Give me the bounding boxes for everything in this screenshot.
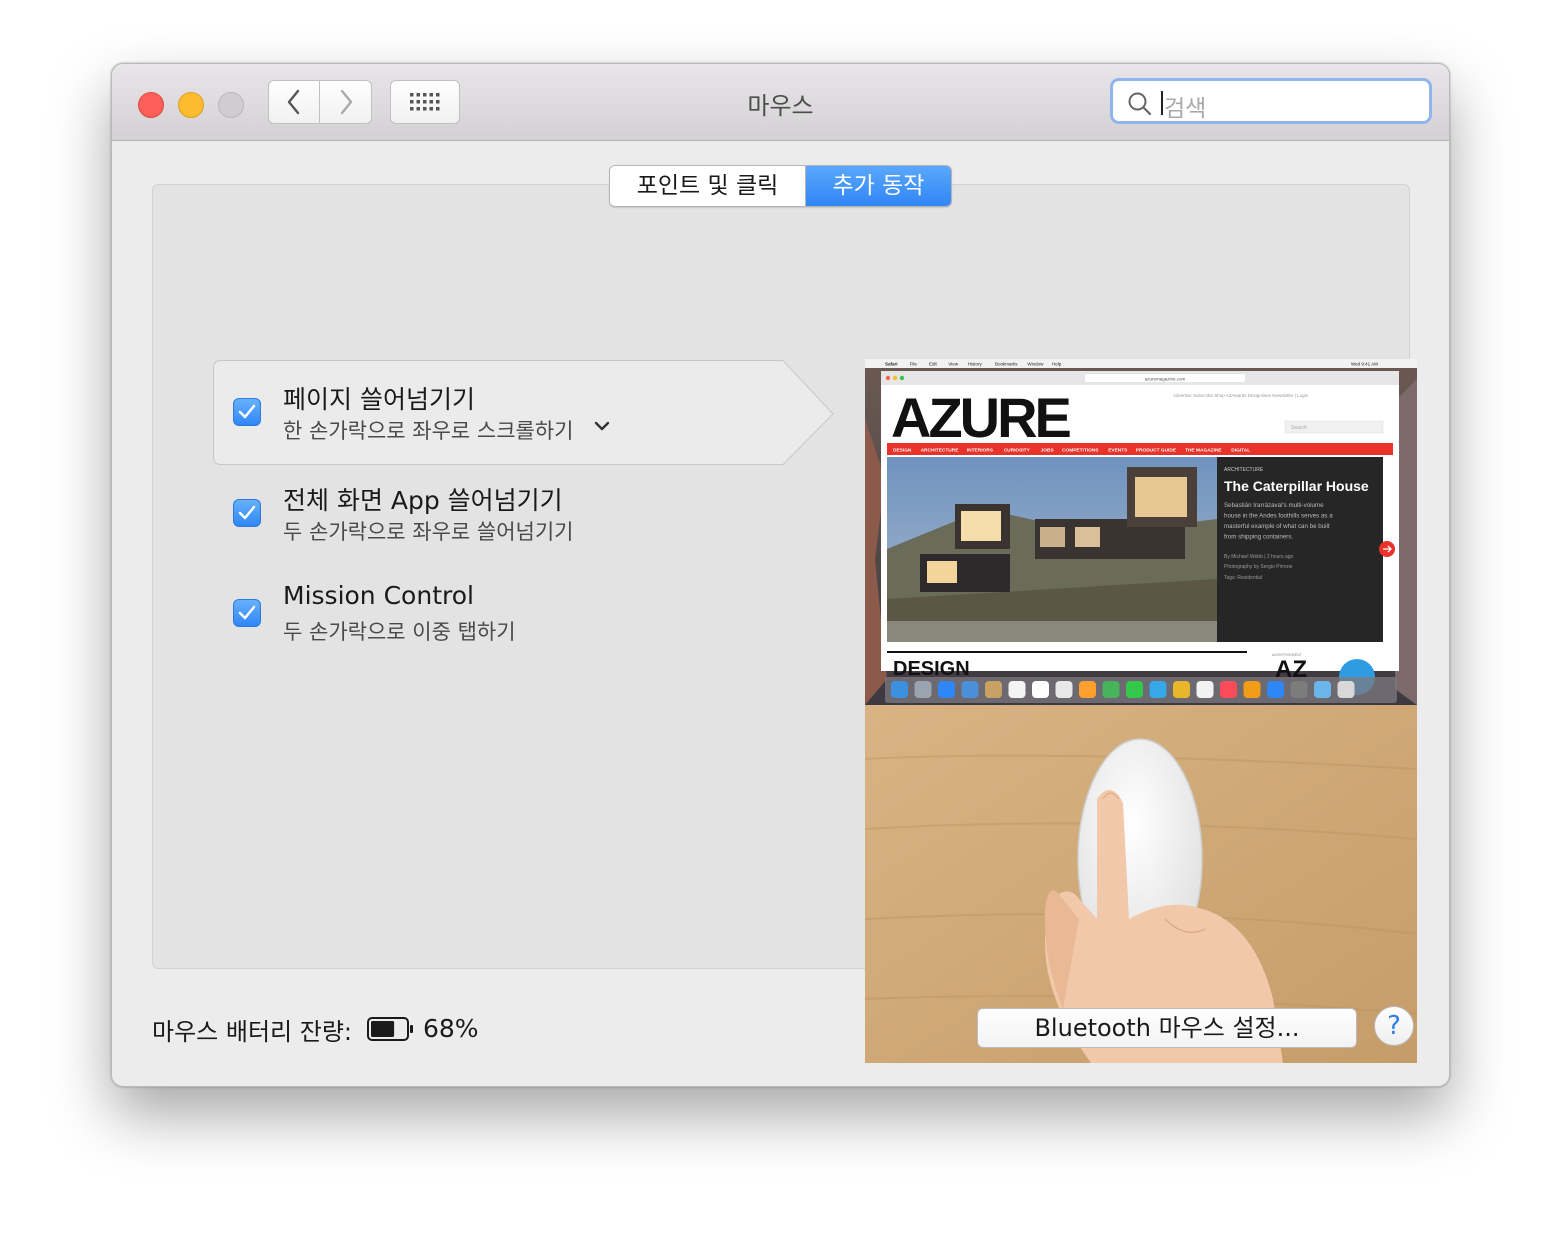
content-panel: 페이지 쓸어넘기기 한 손가락으로 좌우로 스크롤하기 전체 화면 App 쓸어… [152, 184, 1417, 1063]
dock-app-icon [1337, 681, 1355, 698]
gesture-subtitle: 두 손가락으로 이중 탭하기 [283, 620, 516, 644]
title-bar: 마우스 검색 [112, 64, 1449, 141]
azure-nav-item: COMPETITIONS [1062, 448, 1099, 454]
dock-app-icon [1008, 681, 1026, 698]
dock-app-icon [1314, 681, 1331, 698]
dock-app-icon [1243, 681, 1261, 698]
dock-app-icon [1173, 681, 1190, 698]
article-tags: Tags: Residential [1224, 575, 1262, 581]
checkmark-icon [238, 605, 256, 620]
preferences-window: 마우스 검색 페이지 쓸어넘기기 한 손가락으로 좌우로 스크롤하기 전체 화면 [111, 63, 1450, 1087]
help-button[interactable]: ? [1374, 1006, 1414, 1046]
dock-app-icon [914, 681, 932, 698]
dock-app-icon [1055, 681, 1073, 698]
bluetooth-mouse-setup-button[interactable]: Bluetooth 마우스 설정... [977, 1008, 1357, 1048]
dock-app-icon [1149, 681, 1167, 698]
article-photo-credit: Photography by Sergio Pirrone [1224, 564, 1293, 570]
azure-logo: AZURE [891, 386, 1071, 449]
dock-app-icon [938, 681, 955, 698]
checkbox[interactable] [233, 499, 261, 527]
gesture-subtitle: 두 손가락으로 좌우로 쓸어넘기기 [283, 520, 574, 544]
menubar-item: File [910, 362, 918, 367]
azure-top-links: Advertise Subscribe Shop AZAwards Design… [1173, 393, 1309, 398]
dock-app-icon [1196, 681, 1214, 698]
menubar-item: History [968, 362, 983, 367]
article-byline: By Michael Webb | 2 hours ago [1224, 554, 1294, 560]
dock-app-icon [1079, 681, 1096, 698]
url-text: azuremagazine.com [1145, 377, 1186, 382]
battery-icon [367, 1017, 413, 1041]
dock-app-icon [1102, 681, 1120, 698]
checkbox[interactable] [233, 599, 261, 627]
text-cursor [1161, 91, 1163, 115]
dock-app-icon [891, 681, 908, 698]
gesture-preview: Safari File Edit View History Bookmarks Window… [865, 359, 1417, 1063]
dock-app-icon [1220, 681, 1237, 698]
menubar-item: Window [1027, 362, 1044, 367]
azure-nav-item: CURIOSITY [1004, 448, 1031, 454]
tab-point-and-click[interactable]: 포인트 및 클릭 [610, 166, 806, 206]
battery-label: 마우스 배터리 잔량: [152, 1018, 352, 1046]
menubar-item: View [948, 362, 958, 367]
search-icon [1128, 92, 1152, 116]
gesture-row-fullscreen-swipe[interactable]: 전체 화면 App 쓸어넘기기 두 손가락으로 좌우로 쓸어넘기기 [153, 462, 793, 562]
azure-nav-item: ARCHITECTURE [921, 448, 960, 454]
azure-nav-item: JOBS [1041, 448, 1055, 454]
azure-search-label: Search [1291, 425, 1307, 431]
gesture-title: 페이지 쓸어넘기기 [283, 385, 475, 414]
menubar-clock: Wed 9:41 AM [1351, 362, 1378, 367]
battery-percent: 68% [423, 1014, 479, 1043]
gesture-row-mission-control[interactable]: Mission Control 두 손가락으로 이중 탭하기 [153, 563, 793, 663]
article-body-line: from shipping containers. [1224, 534, 1293, 541]
azure-nav-item: EVENTS [1108, 448, 1128, 454]
gesture-row-page-swipe[interactable]: 페이지 쓸어넘기기 한 손가락으로 좌우로 스크롤하기 [153, 360, 834, 465]
article-body-line: masterful example of what can be built [1224, 523, 1330, 530]
checkbox[interactable] [233, 398, 261, 426]
article-kicker: ARCHITECTURE [1224, 467, 1264, 473]
article-body-line: Sebastián Irarrázaval's multi-volume [1224, 502, 1324, 509]
gesture-title: 전체 화면 App 쓸어넘기기 [283, 486, 563, 515]
chevron-down-icon[interactable] [593, 420, 611, 432]
azure-nav-item: DESIGN [893, 448, 912, 454]
menubar-item: Help [1052, 362, 1062, 367]
gesture-subtitle: 한 손가락으로 좌우로 스크롤하기 [283, 419, 574, 443]
dock-app-icon [1290, 681, 1308, 698]
article-body-line: house in the Andes foothills serves as a [1224, 513, 1333, 520]
search-placeholder: 검색 [1164, 96, 1207, 122]
azure-nav-item: INTERIORS [967, 448, 994, 454]
azure-nav-item: DIGITAL [1231, 448, 1250, 454]
article-title: The Caterpillar House [1224, 478, 1369, 494]
menubar-item: Safari [885, 362, 898, 367]
tab-more-gestures[interactable]: 추가 동작 [806, 166, 951, 206]
dock-app-icon [1126, 681, 1143, 698]
azure-nav-item: PRODUCT GUIDE [1136, 448, 1177, 454]
gesture-title: Mission Control [283, 581, 474, 610]
menubar-item: Edit [929, 362, 938, 367]
tab-control: 포인트 및 클릭 추가 동작 [609, 165, 952, 207]
dock-app-icon [1267, 681, 1284, 698]
dock-app-icon [985, 681, 1002, 698]
dock-app-icon [1032, 681, 1049, 698]
section-heading: DESIGN [893, 658, 970, 680]
menubar-item: Bookmarks [995, 362, 1018, 367]
checkmark-icon [238, 404, 256, 419]
dock-app-icon [961, 681, 979, 698]
search-field[interactable]: 검색 [1110, 78, 1432, 124]
preview-illustration: Safari File Edit View History Bookmarks Window… [865, 359, 1417, 1063]
checkmark-icon [238, 505, 256, 520]
azure-nav-item: THE MAGAZINE [1185, 448, 1222, 454]
